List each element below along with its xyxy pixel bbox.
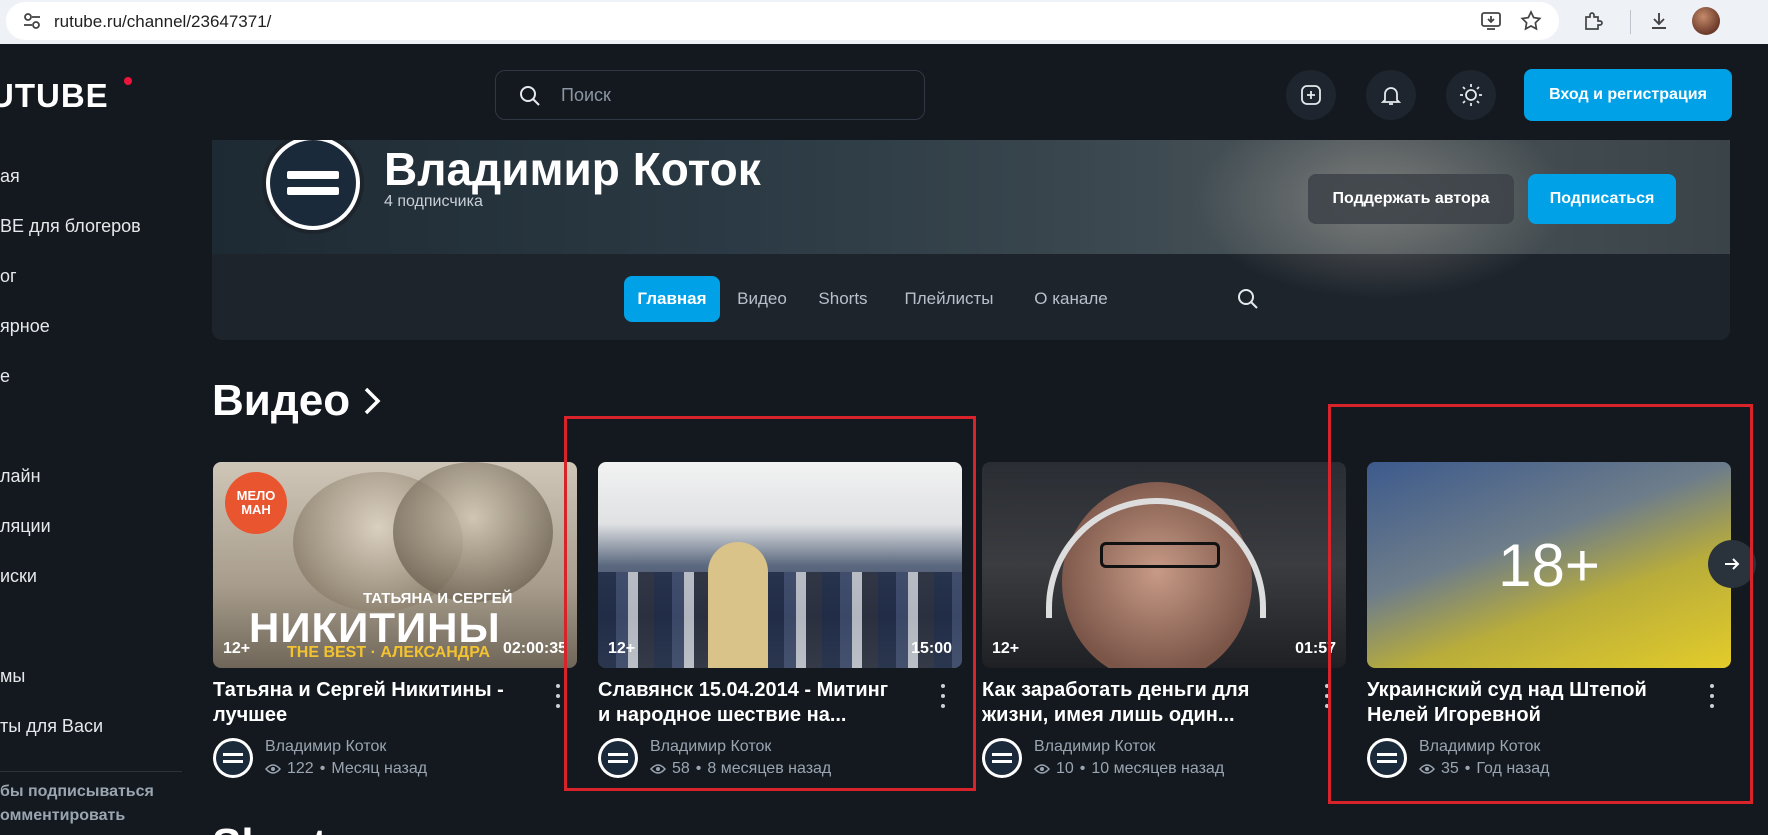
profile-avatar[interactable]: [1692, 7, 1720, 35]
video-title-line-2: лучшее: [213, 704, 288, 726]
extensions-icon[interactable]: [1580, 8, 1606, 34]
video-thumbnail[interactable]: МЕЛО МАН ТАТЬЯНА И СЕРГЕЙ НИКИТИНЫ THE B…: [213, 462, 577, 668]
upload-age: 10 месяцев назад: [1091, 760, 1225, 777]
eye-icon: [1034, 764, 1050, 774]
tab-shorts[interactable]: Shorts: [808, 276, 878, 322]
more-options-icon[interactable]: [555, 684, 561, 708]
downloads-icon[interactable]: [1646, 8, 1672, 34]
video-title[interactable]: Татьяна и Сергей Никитины - лучшее: [213, 678, 533, 728]
url-text[interactable]: rutube.ru/channel/23647371/: [54, 12, 271, 32]
highlight-box: [564, 416, 976, 791]
logo-dot: [124, 77, 132, 85]
search-icon: [520, 86, 540, 106]
login-register-button[interactable]: Вход и регистрация: [1524, 69, 1732, 121]
install-app-icon[interactable]: [1478, 8, 1504, 34]
author-name[interactable]: Владимир Коток: [265, 738, 386, 756]
sidebar-item-online[interactable]: лайн: [0, 466, 41, 487]
browser-toolbar: rutube.ru/channel/23647371/: [0, 0, 1768, 44]
eye-icon: [265, 764, 281, 774]
address-bar[interactable]: rutube.ru/channel/23647371/: [6, 2, 1559, 40]
tab-playlists[interactable]: Плейлисты: [894, 276, 1004, 322]
chevron-right-icon: [364, 387, 381, 415]
highlight-box: [1328, 404, 1753, 804]
meta-dot: •: [1079, 760, 1086, 777]
search-placeholder: Поиск: [561, 85, 611, 105]
thumb-face-right: [393, 462, 553, 602]
search-input[interactable]: Поиск: [495, 70, 925, 120]
sidebar-item-popular[interactable]: ярное: [0, 316, 50, 337]
sidebar-login-hint-2: омментировать: [0, 807, 126, 824]
tab-home[interactable]: Главная: [624, 276, 720, 322]
channel-header: Владимир Коток 4 подписчика Поддержать а…: [212, 140, 1730, 340]
support-author-button[interactable]: Поддержать автора: [1308, 174, 1514, 224]
author-avatar[interactable]: [982, 738, 1022, 778]
author-name[interactable]: Владимир Коток: [1034, 738, 1155, 756]
meta-dot: •: [319, 760, 326, 777]
sidebar-item-broadcasts[interactable]: ляции: [0, 516, 51, 537]
thumb-headphones: [1046, 498, 1266, 618]
age-rating-badge: 12+: [992, 640, 1020, 657]
bookmark-star-icon[interactable]: [1518, 8, 1544, 34]
view-count: 10: [1056, 760, 1074, 777]
sidebar-login-hint-1: бы подписываться: [0, 783, 154, 800]
channel-tabs: Главная Видео Shorts Плейлисты О канале: [212, 276, 1730, 322]
video-meta: 10 • 10 месяцев назад: [1034, 760, 1224, 778]
sun-icon: [1460, 84, 1482, 106]
toolbar-divider: [1630, 10, 1631, 34]
notifications-button[interactable]: [1366, 70, 1416, 120]
video-card[interactable]: МЕЛО МАН ТАТЬЯНА И СЕРГЕЙ НИКИТИНЫ THE B…: [213, 462, 577, 778]
sidebar-divider: [0, 771, 182, 772]
sidebar-item-subscriptions[interactable]: иски: [0, 566, 37, 587]
channel-subscribers: 4 подписчика: [384, 193, 483, 210]
channel-search-icon[interactable]: [1236, 287, 1260, 311]
duration-badge: 02:00:35: [502, 640, 567, 657]
videos-section-title[interactable]: Видео: [212, 376, 382, 426]
sidebar-item-home[interactable]: ая: [0, 166, 20, 187]
thumb-caption-sub: THE BEST · АЛЕКСАНДРА: [287, 644, 491, 661]
theme-toggle-button[interactable]: [1446, 70, 1496, 120]
author-avatar[interactable]: [213, 738, 253, 778]
tab-about[interactable]: О канале: [1018, 276, 1124, 322]
sidebar-item-blog[interactable]: ог: [0, 266, 17, 287]
video-card[interactable]: 12+ 01:57 Как заработать деньги для жизни…: [982, 462, 1346, 778]
rutube-logo[interactable]: UTUBE: [0, 77, 109, 115]
sidebar: ая BE для блогеров ог ярное е лайн ляции…: [0, 140, 182, 835]
site-info-icon[interactable]: [22, 11, 42, 31]
video-title-line-2: жизни, имея лишь один...: [982, 704, 1235, 726]
sidebar-item-5[interactable]: е: [0, 366, 10, 387]
tab-videos[interactable]: Видео: [732, 276, 792, 322]
sidebar-item-for-bloggers[interactable]: BE для блогеров: [0, 216, 141, 237]
videos-heading: Видео: [212, 376, 351, 425]
bell-icon: [1380, 87, 1402, 105]
video-title-line-1: Татьяна и Сергей Никитины -: [213, 679, 504, 701]
video-thumbnail[interactable]: 12+ 01:57: [982, 462, 1346, 668]
sidebar-item-9[interactable]: мы: [0, 666, 25, 687]
upload-button[interactable]: [1286, 70, 1336, 120]
upload-plus-icon: [1301, 85, 1321, 105]
channel-name: Владимир Коток: [384, 143, 761, 195]
age-rating-badge: 12+: [223, 640, 251, 657]
video-title-line-1: Как заработать деньги для: [982, 679, 1250, 701]
subscribe-button[interactable]: Подписаться: [1528, 174, 1676, 224]
video-meta: 122 • Месяц назад: [265, 760, 427, 778]
sidebar-item-for-you[interactable]: ты для Васи: [0, 716, 103, 737]
upload-age: Месяц назад: [331, 760, 428, 777]
melodman-logo: МЕЛО МАН: [225, 472, 287, 534]
video-title[interactable]: Как заработать деньги для жизни, имея лиш…: [982, 678, 1302, 728]
shorts-section-title[interactable]: Shorts: [212, 820, 351, 835]
view-count: 122: [287, 760, 314, 777]
